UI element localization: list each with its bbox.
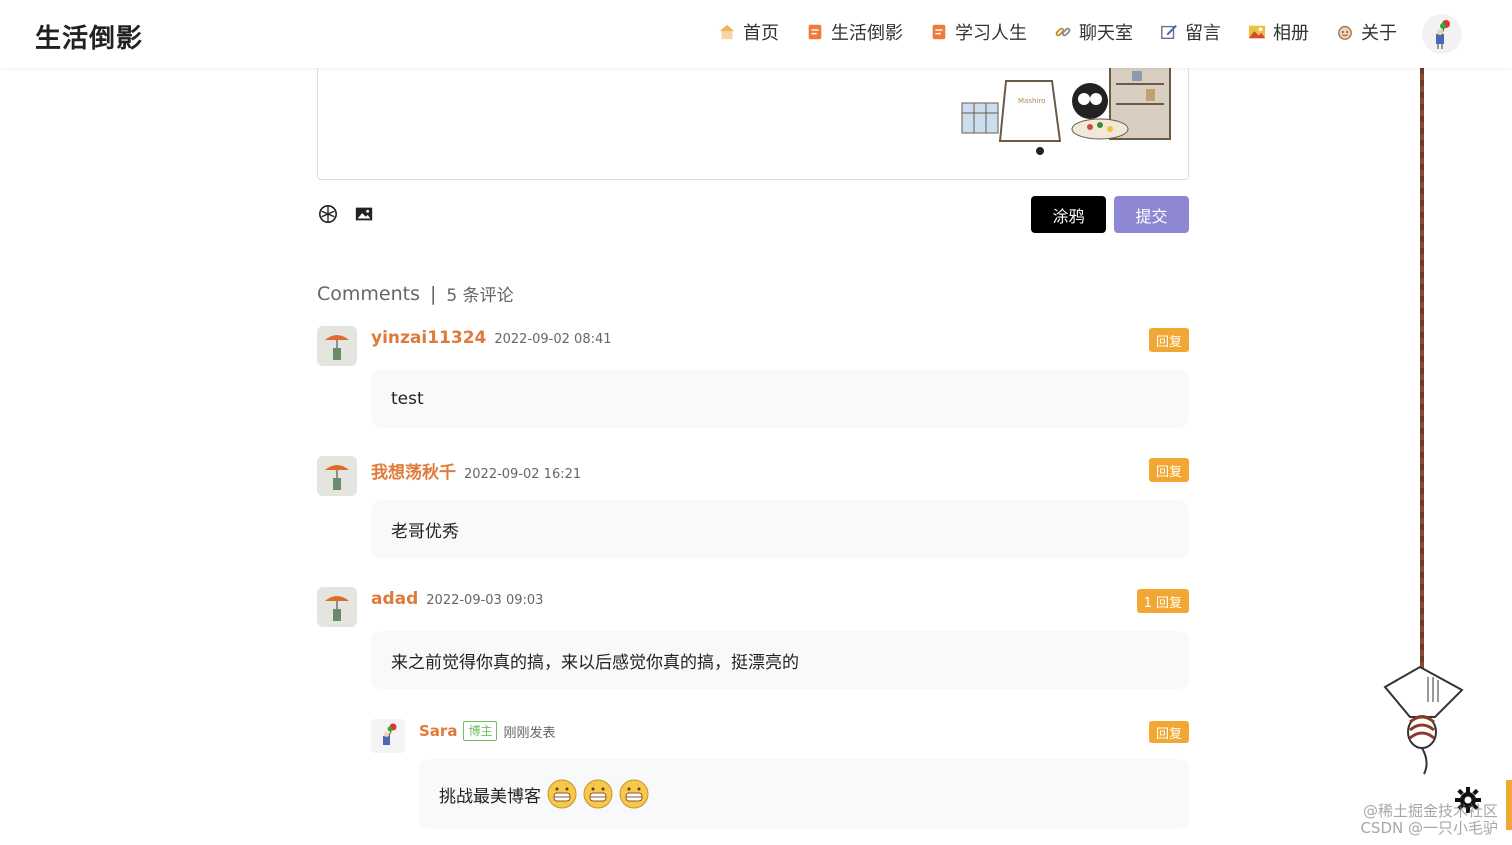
doodle-button[interactable]: 涂鸦 [1031,196,1106,233]
nav-label: 关于 [1361,23,1397,44]
edit-icon [1159,22,1179,42]
grin-emoji-icon [583,779,613,809]
sub-comment-text: 挑战最美博客 [439,786,541,807]
watermark-line1: @稀土掘金技术社区 [1362,802,1498,820]
watermark: @稀土掘金技术社区 CSDN @一只小毛驴 [1360,803,1498,837]
host-badge: 博主 [463,721,498,741]
nav-label: 聊天室 [1079,23,1133,44]
reply-button[interactable]: 回复 [1148,458,1189,482]
image-upload-icon[interactable] [353,203,375,225]
nav-label: 学习人生 [955,23,1027,44]
comment-username[interactable]: adad [371,589,418,609]
comment-avatar[interactable] [317,456,357,496]
reply-button[interactable]: 1 回复 [1136,589,1189,613]
sub-comment-time: 刚刚发表 [503,725,556,741]
nav-item-life[interactable]: 生活倒影 [805,19,903,45]
nav-label: 生活倒影 [831,23,903,44]
comment-meta: yinzai11324 2022-09-02 08:41 [371,328,612,348]
comment-content: test [371,370,1189,428]
comment-content: 来之前觉得你真的搞，来以后感觉你真的搞，挺漂亮的 [371,631,1189,689]
sub-comment-avatar[interactable] [371,719,405,753]
comment-meta: adad 2022-09-03 09:03 [371,589,543,609]
svg-text:Mashiro: Mashiro [1018,97,1045,105]
comment-time: 2022-09-02 16:21 [464,467,582,482]
doc-icon [929,22,949,42]
comment-username[interactable]: yinzai11324 [371,328,486,348]
comment-meta: 我想荡秋千 2022-09-02 16:21 [371,458,581,483]
page: 生活倒影 首页 生活倒影 学习人生 聊天室 留言 相册 关于 Mashiro 涂… [0,0,1512,845]
hanging-rope [1420,68,1424,678]
site-logo[interactable]: 生活倒影 [35,18,143,55]
nav-item-chat[interactable]: 聊天室 [1053,19,1133,45]
nav-item-study[interactable]: 学习人生 [929,19,1027,45]
sub-comment-username[interactable]: Sara [419,722,457,740]
reply-button[interactable]: 回复 [1148,721,1189,743]
face-icon [1335,22,1355,42]
comments-count: 5 条评论 [446,286,514,306]
grin-emoji-icon [547,779,577,809]
comment-time: 2022-09-03 09:03 [426,593,544,608]
emoji-icon[interactable] [317,203,339,225]
submit-button[interactable]: 提交 [1114,196,1189,233]
comment-avatar[interactable] [317,587,357,627]
watermark-line2: CSDN @一只小毛驴 [1360,819,1498,837]
nav-item-message[interactable]: 留言 [1159,19,1221,45]
nav-label: 留言 [1185,23,1221,44]
comments-header: Comments | 5 条评论 [317,281,514,307]
user-avatar[interactable] [1422,14,1462,54]
nav-item-album[interactable]: 相册 [1247,19,1309,45]
grin-emoji-icon [619,779,649,809]
sub-comment-meta: Sara 博主 刚刚发表 [419,721,555,741]
link-icon [1053,22,1073,42]
hanging-cat-icon[interactable] [1380,662,1466,782]
editor-toolbar [317,203,375,225]
nav-item-home[interactable]: 首页 [717,19,779,45]
top-navbar: 生活倒影 首页 生活倒影 学习人生 聊天室 留言 相册 关于 [0,0,1512,68]
comment-content: 老哥优秀 [371,500,1189,558]
home-icon [717,22,737,42]
comment-avatar[interactable] [317,326,357,366]
main-nav: 首页 生活倒影 学习人生 聊天室 留言 相册 关于 [717,19,1397,45]
image-icon [1247,22,1267,42]
doc-icon [805,22,825,42]
comment-username[interactable]: 我想荡秋千 [371,458,456,483]
nav-label: 相册 [1273,23,1309,44]
nav-item-about[interactable]: 关于 [1335,19,1397,45]
reply-button[interactable]: 回复 [1148,328,1189,352]
comments-separator: | [430,282,437,305]
sub-comment-content: 挑战最美博客 [419,759,1189,829]
scroll-indicator[interactable] [1506,780,1512,830]
editor-illustration: Mashiro [961,51,1171,155]
nav-label: 首页 [743,23,779,44]
comments-title: Comments [317,282,420,305]
comment-time: 2022-09-02 08:41 [494,332,612,347]
